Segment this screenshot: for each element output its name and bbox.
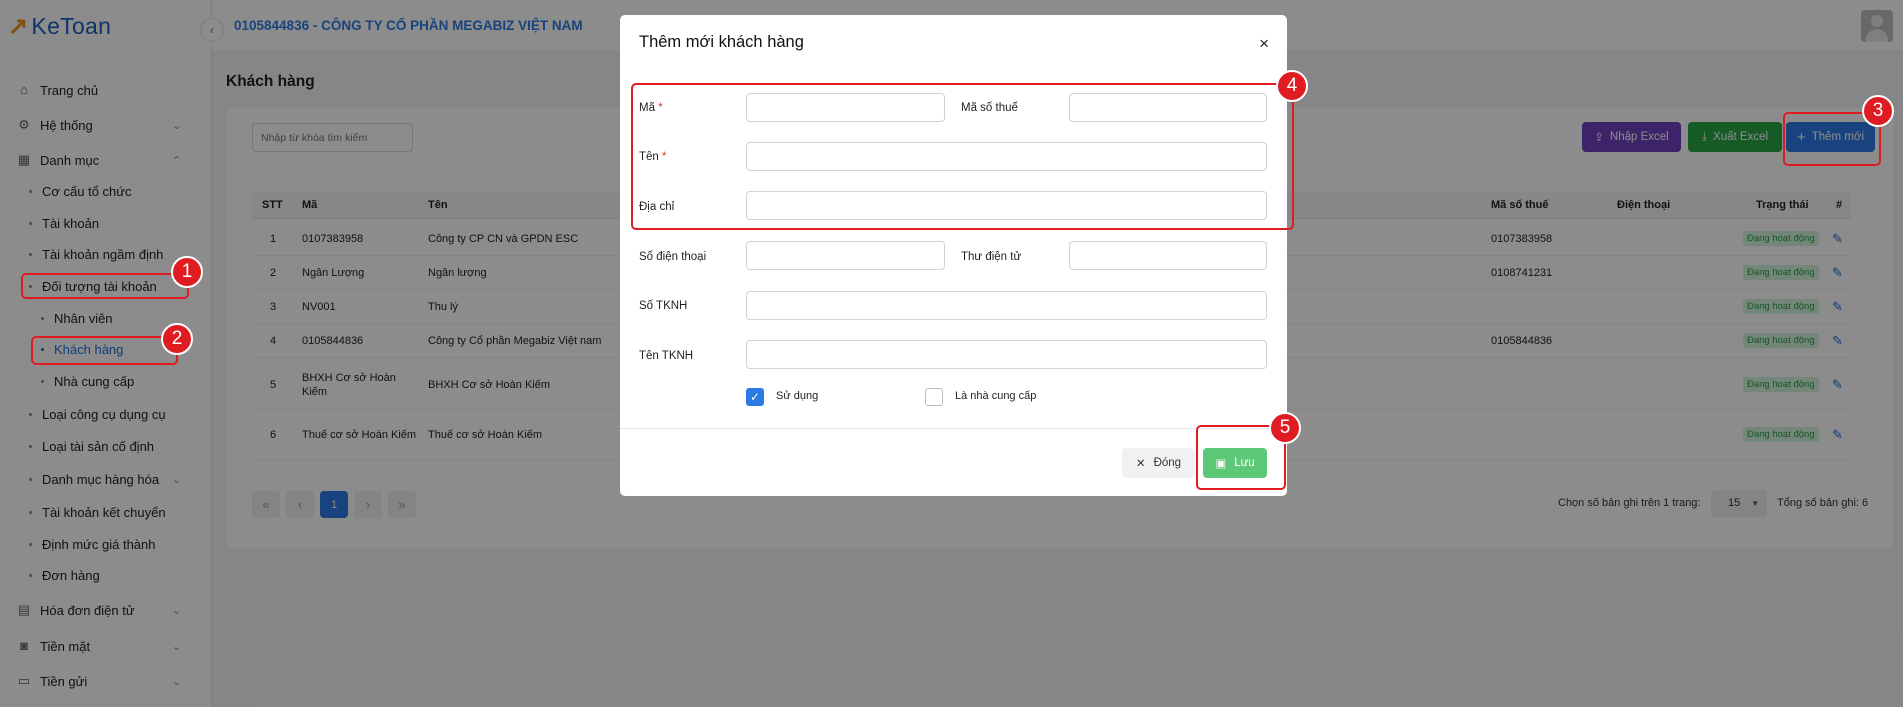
annotation-3: 3 (1862, 95, 1894, 127)
annotation-1: 1 (171, 256, 203, 288)
nha-cung-cap-checkbox[interactable] (925, 388, 943, 406)
annotation-2: 2 (161, 323, 193, 355)
modal-divider (620, 428, 1287, 429)
email-input[interactable] (1069, 241, 1267, 270)
close-label: Đóng (1153, 457, 1182, 469)
nha-cung-cap-label: Là nhà cung cấp (955, 390, 1037, 402)
highlight-khach-hang (31, 336, 178, 365)
annotation-5: 5 (1269, 412, 1301, 444)
highlight-doi-tuong (21, 273, 189, 299)
close-icon[interactable]: × (1259, 34, 1269, 54)
su-dung-label: Sử dụng (776, 390, 819, 402)
annotation-4: 4 (1276, 70, 1308, 102)
check-icon: ✓ (749, 390, 761, 404)
highlight-form-fields (631, 83, 1294, 230)
sdt-label: Số điện thoại (639, 251, 707, 263)
close-button[interactable]: ✕ Đóng (1122, 448, 1195, 478)
su-dung-checkbox[interactable]: ✓ (746, 388, 764, 406)
so-tknh-input[interactable] (746, 291, 1267, 320)
so-tknh-label: Số TKNH (639, 300, 688, 312)
ten-tknh-input[interactable] (746, 340, 1267, 369)
email-label: Thư điện tử (961, 251, 1022, 263)
modal-title: Thêm mới khách hàng (639, 33, 804, 51)
sdt-input[interactable] (746, 241, 945, 270)
ten-tknh-label: Tên TKNH (639, 350, 694, 362)
x-icon: ✕ (1135, 458, 1146, 470)
